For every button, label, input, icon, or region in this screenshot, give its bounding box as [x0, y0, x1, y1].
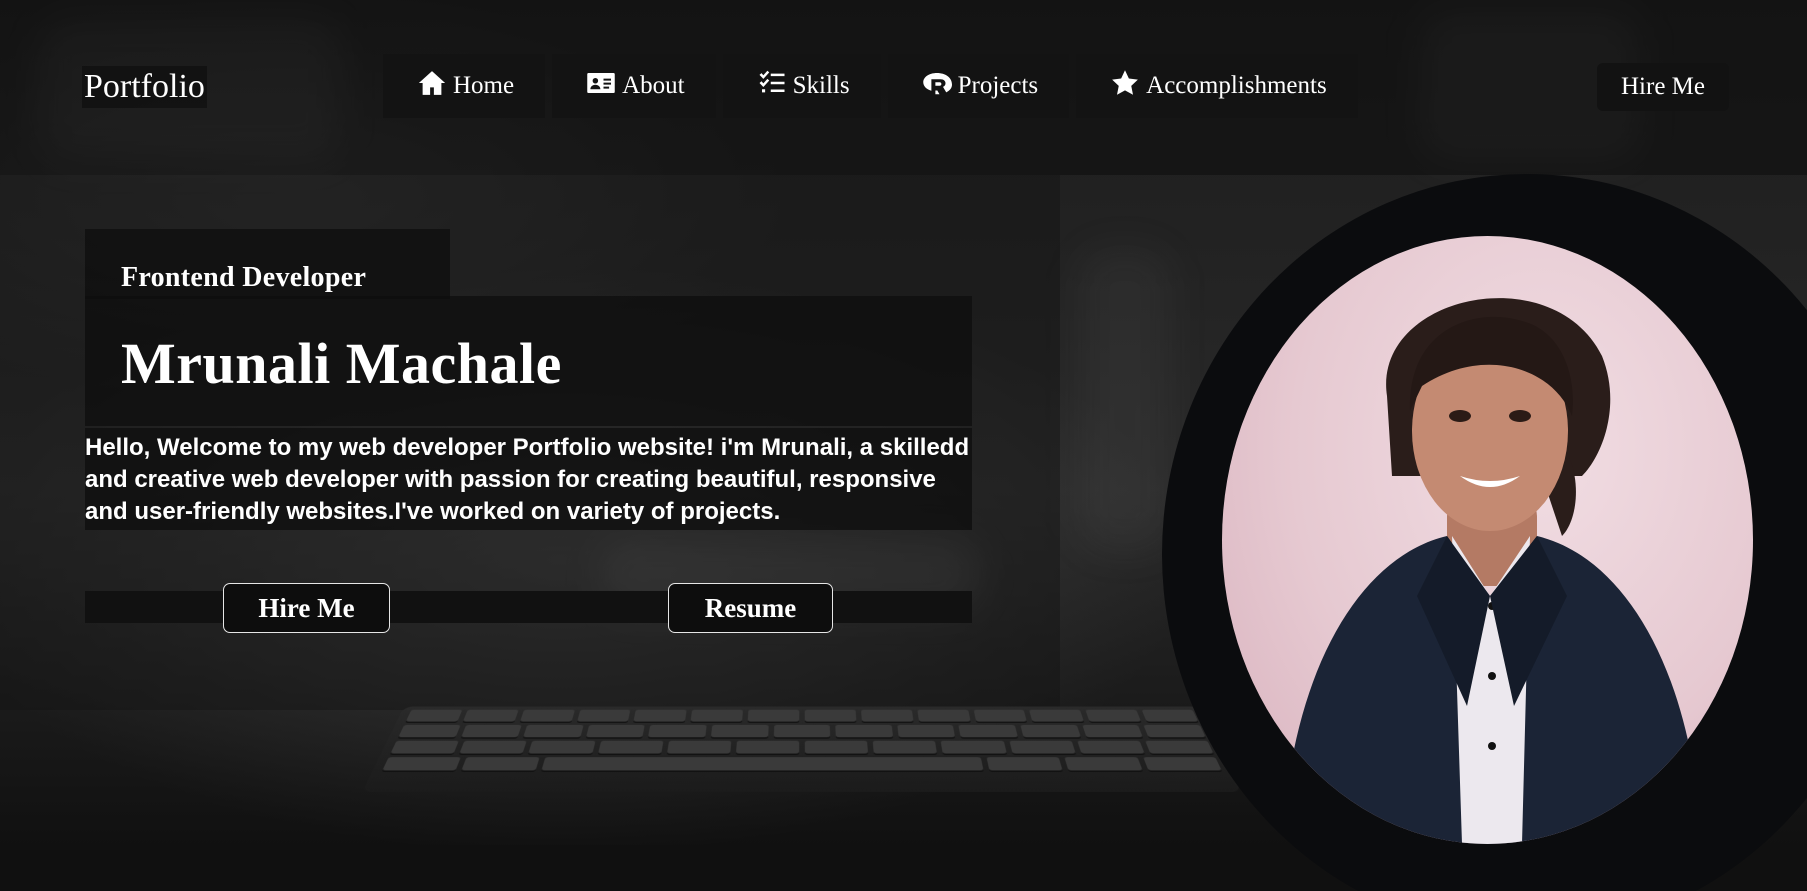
nav-item-label: Projects: [957, 72, 1039, 99]
intro-text: Hello, Welcome to my web developer Portf…: [85, 434, 970, 525]
nav-item-accomplishments[interactable]: Accomplishments: [1076, 54, 1358, 118]
id-card-icon: [586, 68, 616, 105]
home-icon: [417, 68, 447, 105]
nav-item-label: Home: [453, 72, 515, 99]
navbar: Portfolio Home About Skills Projects Acc…: [0, 0, 1807, 175]
nav-links: Home About Skills Projects Accomplishmen…: [383, 54, 1358, 118]
profile-photo: [1222, 236, 1753, 844]
nav-item-about[interactable]: About: [552, 54, 716, 118]
background-blur: [1080, 250, 1170, 550]
hire-me-button[interactable]: Hire Me: [223, 583, 390, 633]
hero-name: Mrunali Machale: [121, 331, 562, 396]
nav-item-projects[interactable]: Projects: [887, 54, 1070, 118]
logo[interactable]: Portfolio: [82, 66, 207, 108]
nav-item-label: Accomplishments: [1146, 72, 1327, 99]
checklist-icon: [757, 68, 787, 105]
hire-me-nav-button[interactable]: Hire Me: [1597, 63, 1729, 111]
role-title: Frontend Developer: [121, 262, 367, 293]
star-icon: [1110, 68, 1140, 105]
nav-item-home[interactable]: Home: [383, 54, 546, 118]
button-strip: [85, 591, 972, 623]
nav-item-label: Skills: [792, 72, 850, 99]
portfolio-page: Portfolio Home About Skills Projects Acc…: [0, 0, 1807, 891]
r-project-icon: [922, 68, 952, 105]
nav-item-skills[interactable]: Skills: [722, 54, 881, 118]
keyboard-image: [362, 706, 1242, 792]
nav-item-label: About: [622, 72, 685, 99]
resume-button[interactable]: Resume: [668, 583, 833, 633]
